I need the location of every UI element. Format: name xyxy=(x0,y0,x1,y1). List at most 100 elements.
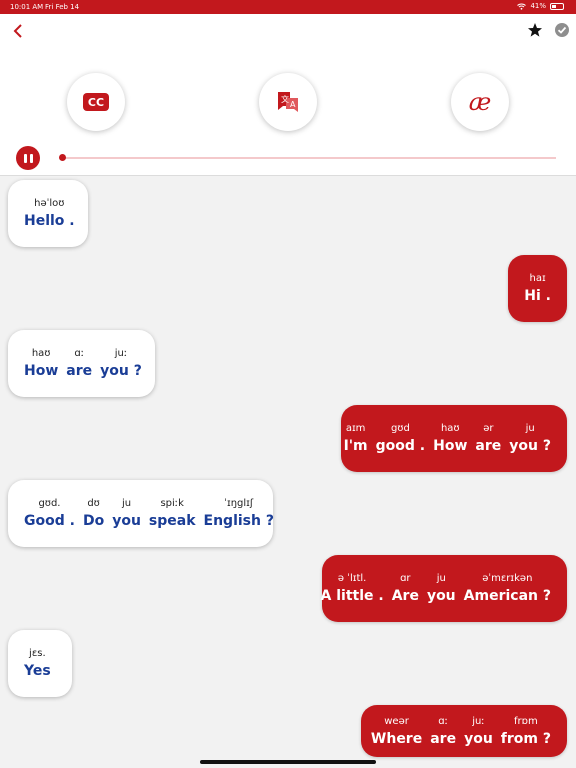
word-text: are xyxy=(430,730,457,747)
cc-icon: CC xyxy=(83,93,109,111)
message-bubble-sent[interactable]: ə ˈlɪtl. A little . ɑr Are ju you əˈmɛrɪkən Ame… xyxy=(321,555,567,622)
word-ipa: əˈmɛrɪkən xyxy=(482,573,533,584)
message-word[interactable]: ə ˈlɪtl. A little . xyxy=(321,572,384,605)
word-text: Hi . xyxy=(524,288,551,304)
message-line: aɪm I'm gʊd good . haʊ How ər are ju you ? xyxy=(344,422,551,455)
word-ipa: ə ˈlɪtl. xyxy=(337,573,367,584)
word-text: speak xyxy=(148,513,196,529)
word-ipa: haɪ xyxy=(529,273,546,284)
message-word[interactable]: ɑː are xyxy=(430,715,456,748)
message-bubble-received[interactable]: həˈloʊ Hello . xyxy=(8,180,88,247)
message-line: jɛs. Yes xyxy=(24,647,56,680)
translate-icon: 文 A xyxy=(278,92,298,112)
svg-text:文: 文 xyxy=(281,94,289,104)
word-ipa: jɛs. xyxy=(29,648,46,659)
word-text: are xyxy=(66,363,93,379)
wifi-icon xyxy=(517,3,527,10)
message-bubble-received[interactable]: jɛs. Yes xyxy=(8,630,72,697)
chevron-left-icon xyxy=(13,24,22,38)
message-bubble-received[interactable]: gʊd. Good . dʊ Do ju you spiːk speak ˈɪŋglɪʃ Engl… xyxy=(8,480,274,547)
message-word[interactable]: haɪ Hi . xyxy=(524,272,551,305)
word-ipa: gʊd xyxy=(390,423,410,434)
word-ipa: gʊd. xyxy=(38,498,61,509)
message-word[interactable]: ju you xyxy=(427,572,456,605)
word-text: you ? xyxy=(509,438,551,454)
word-text: A little . xyxy=(320,588,384,604)
status-time: 10:01 AM xyxy=(10,3,44,11)
word-text: Where xyxy=(370,730,423,747)
message-word[interactable]: ɑr Are xyxy=(392,572,419,605)
message-word[interactable]: ju you xyxy=(112,497,141,530)
top-panel: CC 文 A æ xyxy=(0,14,576,176)
message-word[interactable]: juː you ? xyxy=(100,347,142,380)
message-bubble-sent[interactable]: weər Where ɑː are juː you frɒm from ? xyxy=(361,705,567,757)
check-circle-icon[interactable] xyxy=(553,21,571,39)
battery-icon xyxy=(550,2,564,10)
message-bubble-received[interactable]: haʊ How ɑː are juː you ? xyxy=(8,330,155,397)
word-text: Are xyxy=(391,588,419,604)
message-word[interactable]: ɑː are xyxy=(66,347,92,380)
word-text: How xyxy=(433,438,468,454)
message-word[interactable]: həˈloʊ Hello . xyxy=(24,197,75,230)
svg-text:A: A xyxy=(290,100,296,109)
word-ipa: juː xyxy=(114,348,128,359)
message-word[interactable]: spiːk speak xyxy=(149,497,196,530)
word-ipa: ˈɪŋglɪʃ xyxy=(224,498,254,509)
word-text: are xyxy=(475,438,502,454)
message-bubble-sent[interactable]: haɪ Hi . xyxy=(508,255,567,322)
status-date: Fri Feb 14 xyxy=(45,3,80,11)
word-ipa: ju xyxy=(122,498,132,509)
word-text: you xyxy=(112,513,141,529)
word-ipa: haʊ xyxy=(31,348,51,359)
pause-icon xyxy=(23,153,27,163)
message-word[interactable]: aɪm I'm xyxy=(344,422,368,455)
message-word[interactable]: ˈɪŋglɪʃ English ? xyxy=(204,497,274,530)
translate-button[interactable]: 文 A xyxy=(259,73,317,131)
message-word[interactable]: əˈmɛrɪkən American ? xyxy=(464,572,551,605)
audio-progress-track[interactable] xyxy=(60,157,556,159)
message-line: weər Where ɑː are juː you frɒm from ? xyxy=(371,715,551,748)
word-ipa: frɒm xyxy=(514,715,538,727)
word-text: Yes xyxy=(24,663,51,679)
back-button[interactable] xyxy=(8,20,28,42)
word-ipa: aɪm xyxy=(345,423,366,434)
word-ipa: ər xyxy=(483,423,494,434)
pause-button[interactable] xyxy=(16,146,40,170)
word-ipa: ɑː xyxy=(438,715,448,727)
word-ipa: weər xyxy=(384,715,409,727)
word-text: Hello . xyxy=(24,213,75,229)
message-word[interactable]: dʊ Do xyxy=(83,497,104,530)
message-word[interactable]: weər Where xyxy=(371,715,422,748)
message-line: həˈloʊ Hello . xyxy=(24,197,75,230)
word-text: you xyxy=(464,730,493,747)
subtitles-button[interactable]: CC xyxy=(67,73,125,131)
message-line: haʊ How ɑː are juː you ? xyxy=(24,347,142,380)
message-line: gʊd. Good . dʊ Do ju you spiːk speak ˈɪŋglɪʃ Engl… xyxy=(24,497,274,530)
message-word[interactable]: gʊd good . xyxy=(376,422,425,455)
message-word[interactable]: frɒm from ? xyxy=(501,715,551,748)
word-ipa: həˈloʊ xyxy=(34,198,65,209)
word-ipa: ɑr xyxy=(400,573,411,584)
word-text: American ? xyxy=(463,588,551,604)
word-text: you xyxy=(426,588,456,604)
phonetics-button[interactable]: æ xyxy=(451,73,509,131)
message-word[interactable]: haʊ How xyxy=(24,347,58,380)
message-word[interactable]: ər are xyxy=(475,422,501,455)
word-text: I'm xyxy=(343,438,368,454)
ae-icon: æ xyxy=(468,88,492,116)
message-word[interactable]: ju you ? xyxy=(509,422,551,455)
message-word[interactable]: juː you xyxy=(464,715,493,748)
message-word[interactable]: jɛs. Yes xyxy=(24,647,51,680)
star-icon[interactable] xyxy=(527,22,543,38)
message-word[interactable]: haʊ How xyxy=(433,422,467,455)
battery-percent: 41% xyxy=(530,2,546,10)
word-text: Do xyxy=(82,513,105,529)
word-ipa: ju xyxy=(436,573,446,584)
message-bubble-sent[interactable]: aɪm I'm gʊd good . haʊ How ər are ju you ? xyxy=(341,405,567,472)
message-word[interactable]: gʊd. Good . xyxy=(24,497,75,530)
word-text: from ? xyxy=(500,730,551,747)
word-text: Good . xyxy=(24,513,75,529)
audio-progress-knob[interactable] xyxy=(59,154,66,161)
word-ipa: spiːk xyxy=(160,498,184,509)
word-ipa: dʊ xyxy=(87,498,100,509)
